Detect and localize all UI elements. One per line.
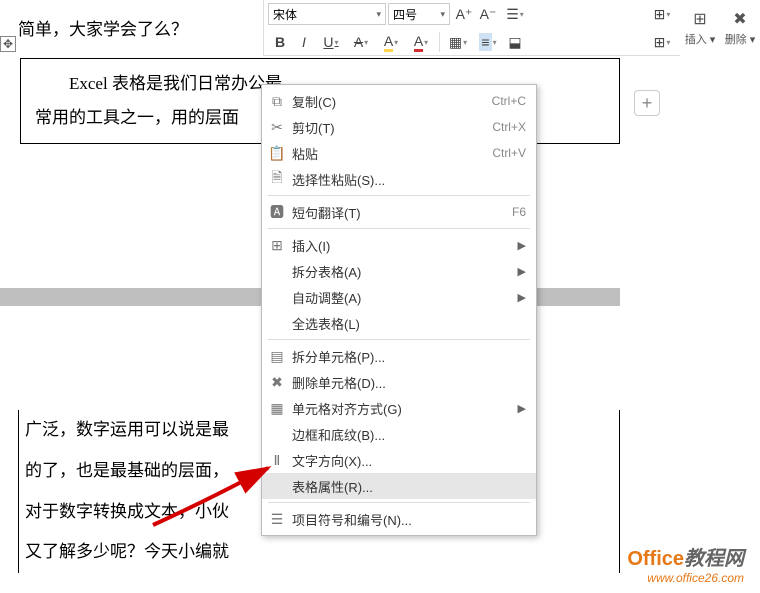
highlight-button[interactable]: A▾ <box>376 30 406 54</box>
menu-cell-align[interactable]: ▦ 单元格对齐方式(G) ▶ <box>262 395 536 421</box>
delete-icon: ✖ <box>733 9 746 29</box>
menu-border-shading[interactable]: 边框和底纹(B)... <box>262 421 536 447</box>
line-spacing-icon: ☰ <box>506 6 519 23</box>
chevron-down-icon: ▾ <box>376 9 381 20</box>
side-plus-button[interactable]: + <box>634 90 660 116</box>
paste-icon: 📋 <box>262 145 292 162</box>
grid-tool-column: ⊞▾ ⊞▾ <box>642 0 682 56</box>
align-icon: ≡ <box>479 33 491 51</box>
align-button[interactable]: ≡▾ <box>473 30 503 54</box>
chevron-right-icon: ▶ <box>518 402 526 415</box>
insert-label: 插入 <box>685 34 707 46</box>
menu-separator <box>268 228 530 229</box>
border-button[interactable]: ▦▾ <box>443 30 473 54</box>
chevron-right-icon: ▶ <box>518 291 526 304</box>
line-spacing-button[interactable]: ☰▾ <box>500 2 530 26</box>
align-icon: ▦ <box>262 400 292 417</box>
underline-button[interactable]: U▾ <box>316 30 346 54</box>
watermark: Office教程网 www.office26.com <box>627 542 744 585</box>
right-tool-group: ⊞ 插入 ▾ ✖ 删除 ▾ <box>680 0 760 56</box>
font-color-button[interactable]: A▾ <box>406 30 436 54</box>
mini-toolbar: 宋体 ▾ 四号 ▾ A⁺ A⁻ ☰▾ B I U▾ A▾ A▾ A▾ ▦▾ ≡▾… <box>263 0 683 56</box>
font-family-select[interactable]: 宋体 ▾ <box>268 3 386 25</box>
insert-icon: ⊞ <box>693 9 706 29</box>
delete-label: 删除 <box>725 34 747 46</box>
increase-font-button[interactable]: A⁺ <box>452 2 476 26</box>
bullets-icon: ☰ <box>262 511 292 528</box>
menu-insert[interactable]: ⊞ 插入(I) ▶ <box>262 232 536 258</box>
italic-button[interactable]: I <box>292 30 316 54</box>
cut-icon: ✂ <box>262 119 292 136</box>
chevron-down-icon: ▾ <box>707 34 716 46</box>
chevron-right-icon: ▶ <box>518 265 526 278</box>
split-cell-icon: ▤ <box>262 348 292 365</box>
menu-copy[interactable]: ⧉ 复制(C) Ctrl+C <box>262 88 536 114</box>
translate-icon: 🅰 <box>262 202 292 222</box>
merge-icon: ⬓ <box>508 34 521 51</box>
plus-icon: + <box>642 93 653 114</box>
watermark-suffix: 教程网 <box>684 548 744 570</box>
context-menu: ⧉ 复制(C) Ctrl+C ✂ 剪切(T) Ctrl+X 📋 粘贴 Ctrl+… <box>261 84 537 536</box>
border-icon: ▦ <box>449 34 462 51</box>
insert-menu[interactable]: ⊞ 插入 ▾ <box>680 0 720 56</box>
menu-paste-special[interactable]: 🗎 选择性粘贴(S)... <box>262 166 536 192</box>
menu-split-cell[interactable]: ▤ 拆分单元格(P)... <box>262 343 536 369</box>
copy-icon: ⧉ <box>262 93 292 110</box>
font-family-value: 宋体 <box>273 6 297 23</box>
table-move-handle[interactable]: ✥ <box>0 36 16 52</box>
grid-icon: ⊞ <box>654 6 666 23</box>
grid-tool-b[interactable]: ⊞▾ <box>647 30 677 54</box>
menu-cut[interactable]: ✂ 剪切(T) Ctrl+X <box>262 114 536 140</box>
delete-menu[interactable]: ✖ 删除 ▾ <box>720 0 760 56</box>
grid-icon: ⊞ <box>654 34 666 51</box>
paste-special-icon: 🗎 <box>262 167 292 191</box>
chevron-down-icon: ▾ <box>747 34 756 46</box>
menu-table-properties[interactable]: 表格属性(R)... <box>262 473 536 499</box>
menu-bullets-numbering[interactable]: ☰ 项目符号和编号(N)... <box>262 506 536 532</box>
watermark-url: www.office26.com <box>627 571 744 585</box>
menu-text-direction[interactable]: Ⅱ 文字方向(X)... <box>262 447 536 473</box>
menu-select-all-table[interactable]: 全选表格(L) <box>262 310 536 336</box>
grid-tool-a[interactable]: ⊞▾ <box>647 2 677 26</box>
font-size-value: 四号 <box>393 6 417 23</box>
menu-auto-adjust[interactable]: 自动调整(A) ▶ <box>262 284 536 310</box>
menu-translate[interactable]: 🅰 短句翻译(T) F6 <box>262 199 536 225</box>
delete-cell-icon: ✖ <box>262 374 292 391</box>
separator <box>439 32 440 52</box>
bold-button[interactable]: B <box>268 30 292 54</box>
cross-arrows-icon: ✥ <box>3 37 13 51</box>
chevron-right-icon: ▶ <box>518 239 526 252</box>
lower-line-4: 又了解多少呢？今天小编就 <box>25 532 613 573</box>
merge-button[interactable]: ⬓ <box>503 30 527 54</box>
decrease-font-button[interactable]: A⁻ <box>476 2 500 26</box>
menu-separator <box>268 195 530 196</box>
insert-icon: ⊞ <box>262 237 292 254</box>
menu-delete-cell[interactable]: ✖ 删除单元格(D)... <box>262 369 536 395</box>
font-size-select[interactable]: 四号 ▾ <box>388 3 450 25</box>
menu-separator <box>268 502 530 503</box>
menu-split-table[interactable]: 拆分表格(A) ▶ <box>262 258 536 284</box>
menu-paste[interactable]: 📋 粘贴 Ctrl+V <box>262 140 536 166</box>
chevron-down-icon: ▾ <box>440 9 445 20</box>
text-direction-icon: Ⅱ <box>262 452 292 469</box>
strikethrough-button[interactable]: A▾ <box>346 30 376 54</box>
watermark-brand: Office <box>627 548 684 570</box>
menu-separator <box>268 339 530 340</box>
